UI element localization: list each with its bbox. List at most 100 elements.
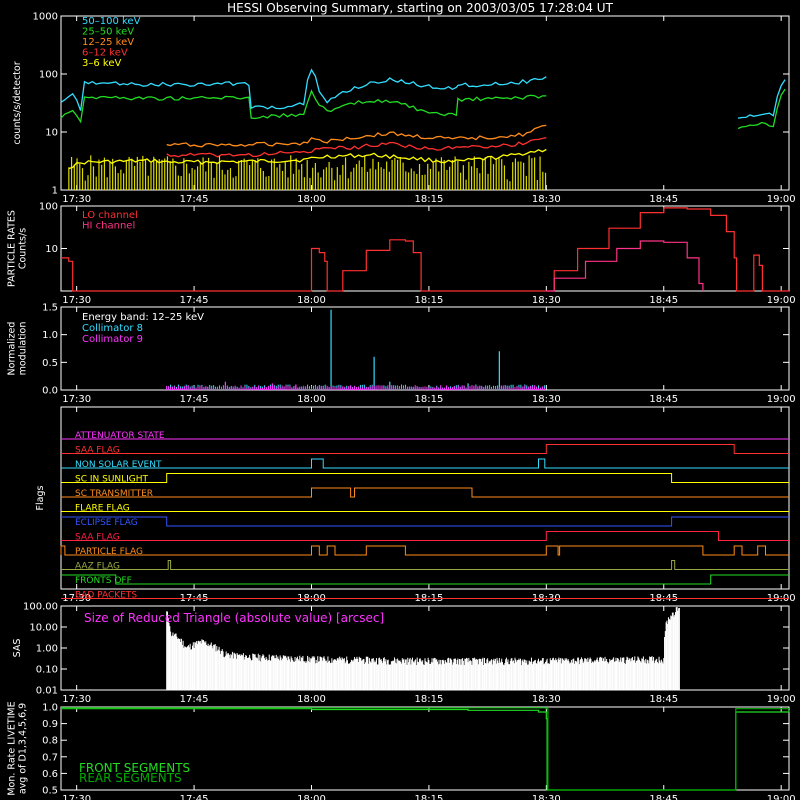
- modulation-time-label: 17:30: [62, 394, 91, 405]
- series-line: [60, 68, 547, 111]
- count-rates-time-label: 18:00: [297, 194, 326, 205]
- legend-entry: 50–100 keV: [82, 16, 141, 27]
- livetime-time-label: 18:30: [532, 794, 561, 800]
- count-rates-panel: 17:30 17:45 18:00 18:15 18:30 18:45 19:00 1 10 10…: [12, 12, 796, 206]
- sas-panel: 17:30 17:45 18:00 18:15 18:30 18:45 19:00 0.01 0…: [12, 602, 796, 706]
- legend-entry: HI channel: [82, 221, 135, 232]
- particle-rates-ylabel: Counts/s: [18, 228, 29, 269]
- count-rates-ylabel: counts/s/detector: [12, 61, 23, 144]
- series-line: [166, 136, 547, 158]
- count-rates-y-tick-label: 1: [52, 186, 58, 197]
- particle-rates-ylabel: PARTICLE RATES: [7, 210, 18, 287]
- count-rates-time-label: 18:45: [649, 194, 678, 205]
- sas-y-tick-label: 100.00: [23, 602, 58, 613]
- count-rates-time-label: 17:45: [180, 194, 209, 205]
- modulation-ylabel: Normalized: [7, 322, 18, 376]
- modulation-y-tick-label: 1.0: [42, 330, 58, 341]
- count-rates-y-tick-label: 100: [39, 70, 58, 81]
- particle-rates-time-label: 18:30: [532, 295, 561, 306]
- flag-line: [61, 444, 789, 454]
- particle-rates-time-label: 19:00: [767, 295, 796, 306]
- flags-ylabel: Flags: [35, 485, 46, 510]
- sas-ylabel: SAS: [12, 639, 23, 658]
- livetime-y-tick-label: 0.5: [42, 786, 58, 797]
- count-rates-time-label: 18:30: [532, 194, 561, 205]
- modulation-time-label: 19:00: [767, 394, 796, 405]
- flag-label: SC IN SUNLIGHT: [75, 475, 149, 485]
- flag-line: [61, 473, 789, 483]
- flag-label: SAA FLAG: [75, 533, 120, 543]
- sas-annotation: Size of Reduced Triangle (absolute value…: [84, 611, 384, 625]
- sas-time-label: 19:00: [767, 694, 796, 705]
- particle-rates-y-tick-label: 10: [45, 244, 58, 255]
- livetime-ylabel: avg of D1,3,4,5,6,9: [18, 703, 29, 794]
- count-rates-y-tick-label: 10: [45, 128, 58, 139]
- energy-band-annotation: Energy band: 12–25 keV: [82, 312, 204, 323]
- flag-label: FLARE FLAG: [75, 504, 130, 514]
- modulation-time-label: 17:45: [180, 394, 209, 405]
- particle-rates-frame: [60, 205, 790, 292]
- modulation-y-tick-label: 0.0: [42, 386, 58, 397]
- flag-line: [61, 560, 789, 570]
- sas-y-tick-label: 1.00: [36, 644, 58, 655]
- flag-line: [60, 545, 789, 556]
- flag-label: SAA FLAG: [75, 446, 120, 456]
- flags-panel: 17:30 17:45 18:00 18:15 18:30 18:45 19:00Flags…: [35, 406, 796, 604]
- count-rates-y-tick-label: 1000: [33, 12, 58, 23]
- particle-rates-time-label: 18:15: [414, 295, 443, 306]
- flag-label: ECLIPSE FLAG: [75, 518, 138, 528]
- observing-summary-figure: HESSI Observing Summary, starting on 200…: [7, 1, 796, 800]
- livetime-y-tick-label: 1.0: [42, 703, 58, 714]
- flag-label: FRONTS OFF: [75, 576, 132, 586]
- sas-time-label: 18:30: [532, 694, 561, 705]
- modulation-ylabel: modulation: [18, 322, 29, 376]
- modulation-time-label: 18:15: [414, 394, 443, 405]
- modulation-time-label: 18:00: [297, 394, 326, 405]
- flag-label: SC TRANSMITTER: [75, 489, 153, 499]
- livetime-panel: 17:30 17:45 18:00 18:15 18:30 18:45 19:00 0.5 0.…: [7, 701, 796, 800]
- livetime-time-label: 17:45: [180, 794, 209, 800]
- sas-time-label: 18:15: [414, 694, 443, 705]
- sas-time-label: 17:45: [180, 694, 209, 705]
- panels: 17:30 17:45 18:00 18:15 18:30 18:45 19:00 1 10 10…: [7, 12, 796, 800]
- modulation-y-tick-label: 1.5: [42, 303, 58, 314]
- sas-time-label: 18:00: [297, 694, 326, 705]
- particle-rates-y-tick-label: 100: [39, 202, 58, 213]
- modulation-y-tick-label: 0.5: [42, 358, 58, 369]
- legend-entry: 6–12 keV: [82, 48, 128, 59]
- livetime-time-label: 18:00: [297, 794, 326, 800]
- livetime-y-tick-label: 0.8: [42, 736, 58, 747]
- modulation-panel: 17:30 17:45 18:00 18:15 18:30 18:45 19:00 0.0 0.…: [7, 303, 796, 406]
- legend-entry: 25–50 keV: [82, 27, 134, 38]
- livetime-time-label: 19:00: [767, 794, 796, 800]
- sas-y-tick-label: 0.01: [36, 686, 58, 697]
- flag-line: [61, 574, 789, 585]
- flag-line: [61, 531, 789, 541]
- series-line: [166, 124, 547, 148]
- legend-entry: Collimator 9: [82, 334, 143, 345]
- series-line: [546, 240, 704, 292]
- flag-label: PARTICLE FLAG: [75, 547, 143, 557]
- sas-y-tick-label: 10.00: [29, 623, 58, 634]
- livetime-y-tick-label: 0.9: [42, 719, 58, 730]
- count-rates-time-label: 18:15: [414, 194, 443, 205]
- particle-rates-time-label: 17:45: [180, 295, 209, 306]
- legend-entry: LO channel: [82, 210, 138, 221]
- flag-label: NON SOLAR EVENT: [75, 460, 162, 470]
- count-rates-time-label: 17:30: [62, 194, 91, 205]
- livetime-time-label: 18:45: [649, 794, 678, 800]
- sas-time-label: 18:45: [649, 694, 678, 705]
- series-line: [60, 89, 547, 124]
- particle-rates-time-label: 18:45: [649, 295, 678, 306]
- particle-rates-panel: 17:30 17:45 18:00 18:15 18:30 18:45 19:00 10 100…: [7, 202, 796, 307]
- legend-entry: 12–25 keV: [82, 37, 134, 48]
- flag-line: [61, 516, 789, 527]
- livetime-time-label: 17:30: [62, 794, 91, 800]
- modulation-time-label: 18:45: [649, 394, 678, 405]
- late-series-line: [737, 79, 786, 119]
- flag-label: BAD PACKETS: [75, 591, 137, 601]
- sas-y-tick-label: 0.10: [36, 665, 58, 676]
- legend-entry: Collimator 8: [82, 323, 143, 334]
- flag-label: AAZ FLAG: [75, 562, 120, 572]
- legend-entry: 3–6 keV: [82, 58, 121, 69]
